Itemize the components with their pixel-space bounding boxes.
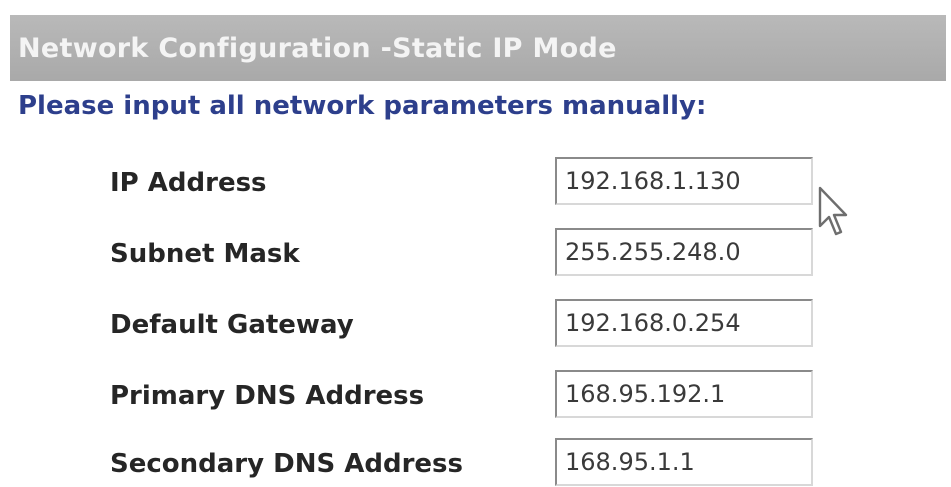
subnet-mask-input[interactable] xyxy=(555,228,813,276)
primary-dns-input[interactable] xyxy=(555,370,813,418)
section-header: Network Configuration -Static IP Mode xyxy=(10,15,946,81)
default-gateway-input[interactable] xyxy=(555,299,813,347)
default-gateway-label: Default Gateway xyxy=(110,310,354,340)
subnet-mask-label: Subnet Mask xyxy=(110,239,300,269)
secondary-dns-input[interactable] xyxy=(555,438,813,486)
ip-address-input[interactable] xyxy=(555,157,813,205)
ip-address-row: IP Address xyxy=(0,155,951,211)
subnet-mask-row: Subnet Mask xyxy=(0,226,951,282)
ip-address-label: IP Address xyxy=(110,168,267,198)
secondary-dns-label: Secondary DNS Address xyxy=(110,449,463,479)
default-gateway-row: Default Gateway xyxy=(0,297,951,353)
instruction-text: Please input all network parameters manu… xyxy=(18,91,707,121)
network-config-page: Network Configuration -Static IP Mode Pl… xyxy=(0,0,951,487)
section-title: Network Configuration -Static IP Mode xyxy=(18,32,617,64)
secondary-dns-row: Secondary DNS Address xyxy=(0,436,951,487)
mouse-pointer-icon xyxy=(818,186,848,236)
primary-dns-label: Primary DNS Address xyxy=(110,381,425,411)
primary-dns-row: Primary DNS Address xyxy=(0,368,951,424)
